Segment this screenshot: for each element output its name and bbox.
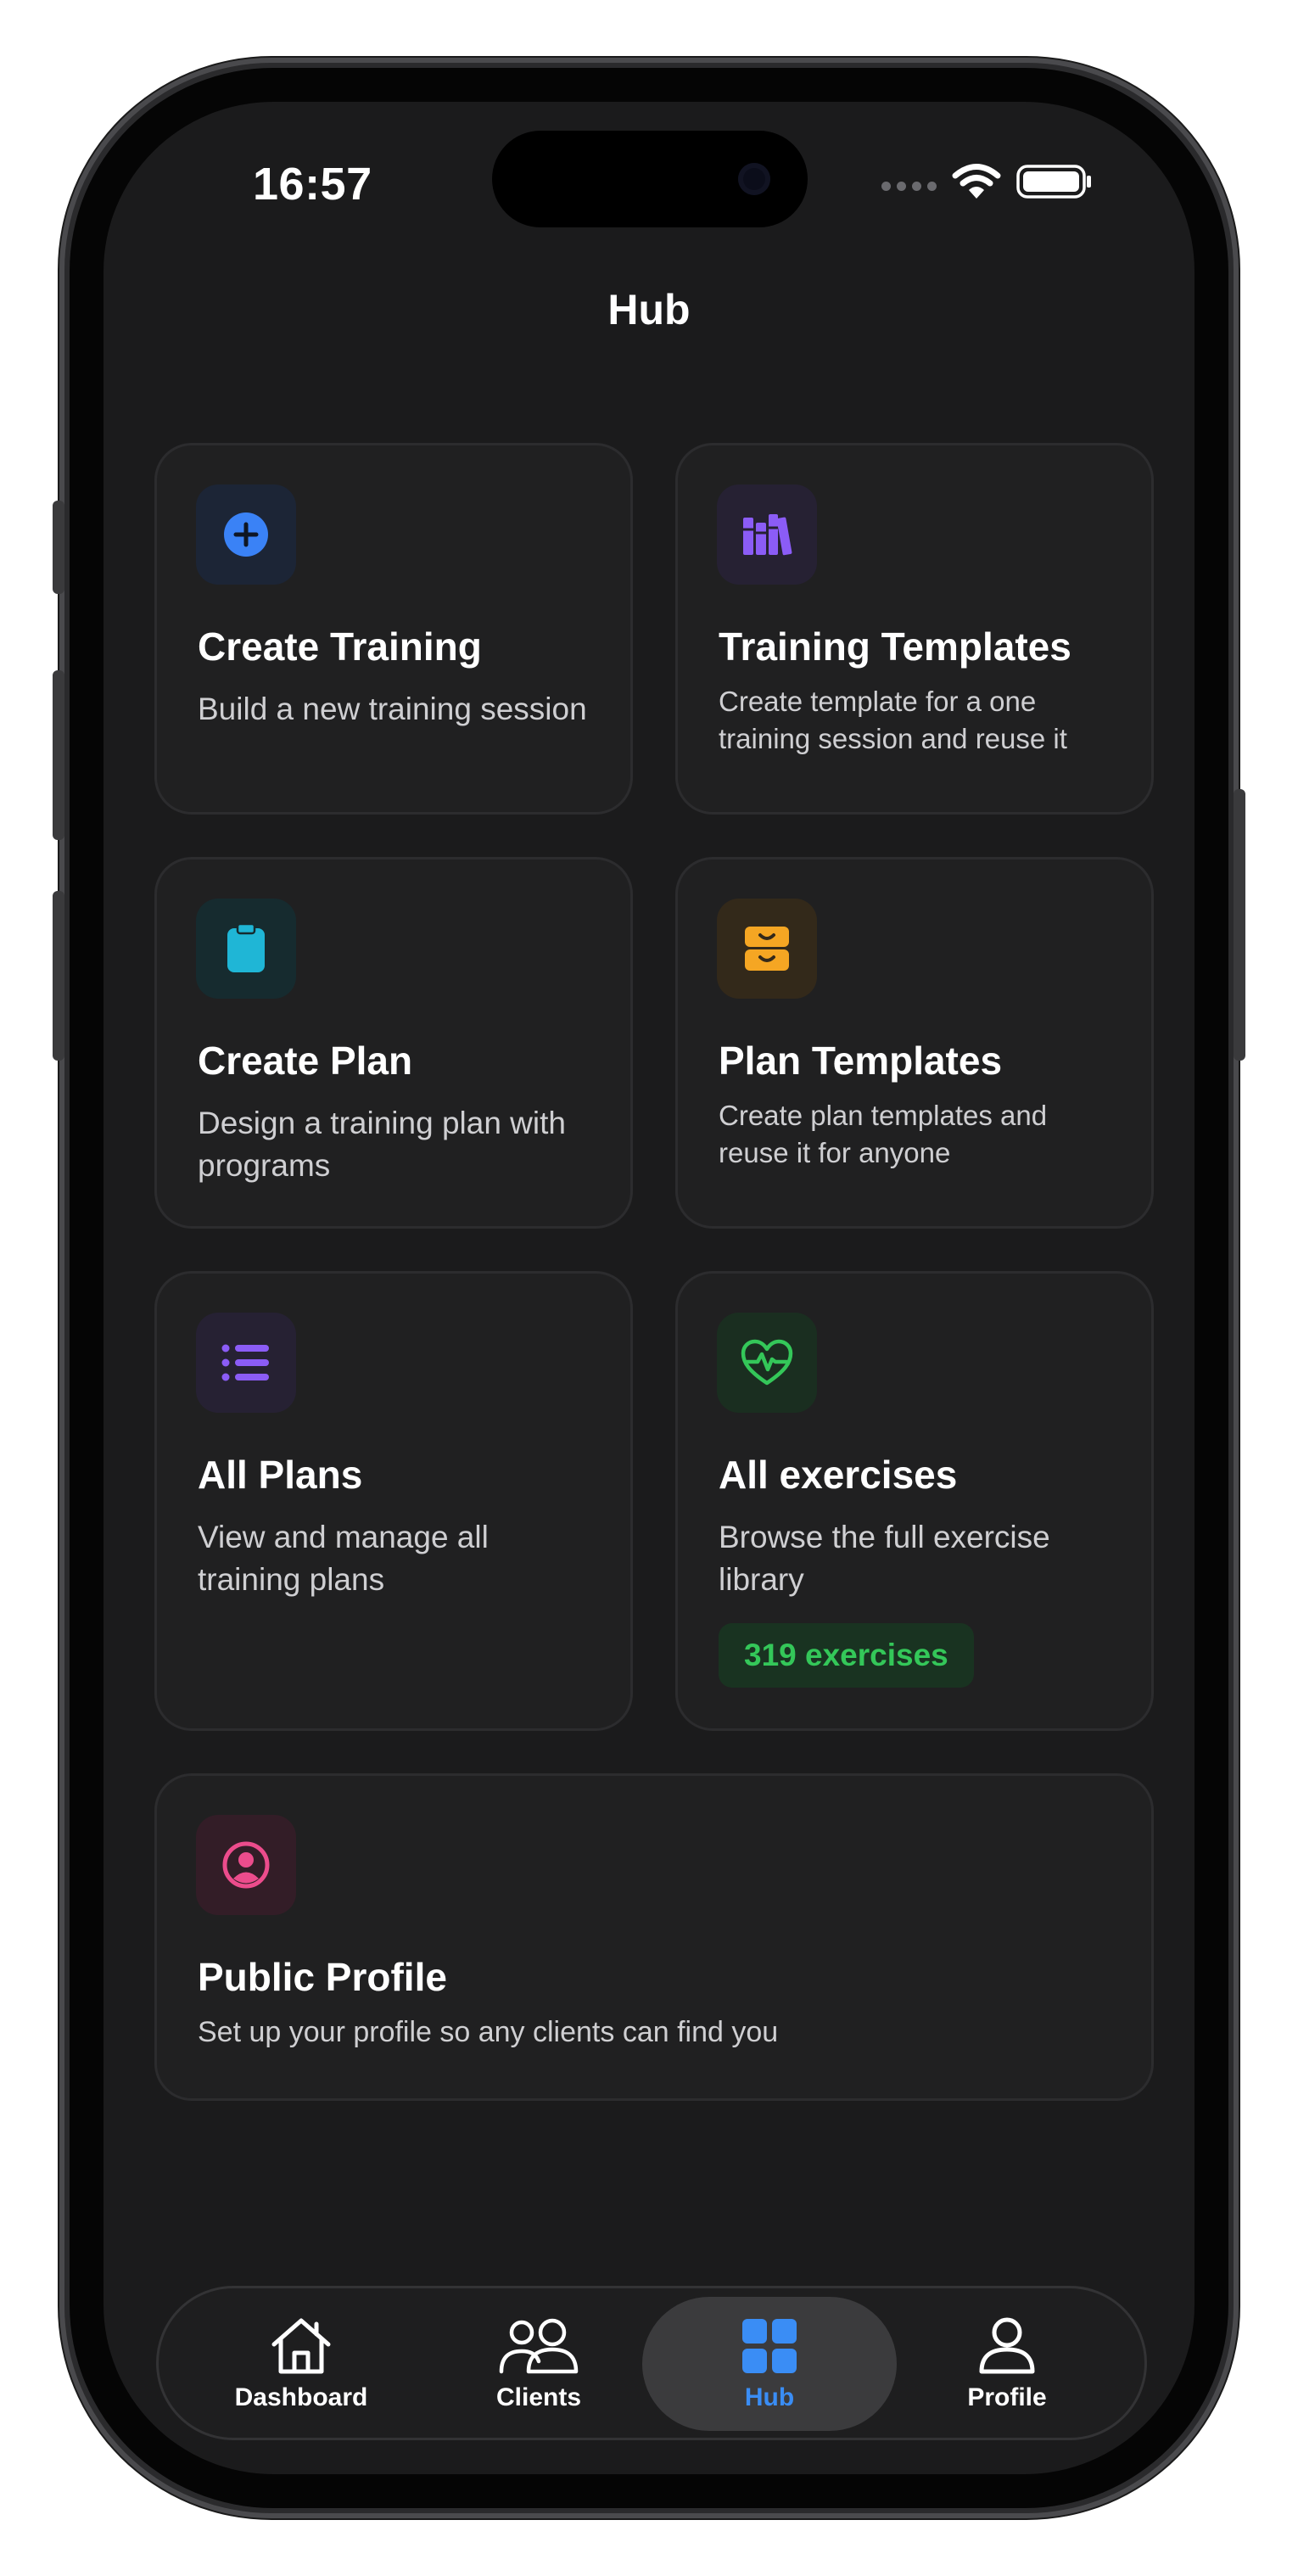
camera-icon xyxy=(738,163,770,195)
tab-clients-label: Clients xyxy=(495,2383,582,2411)
tab-bar: Dashboard Clients Hub Profile xyxy=(156,2286,1147,2440)
public-profile-description: Set up your profile so any clients can f… xyxy=(198,2016,779,2048)
create-training-icon-tile xyxy=(196,484,296,585)
all-plans-icon-tile xyxy=(196,1313,296,1413)
all-exercises-title: All exercises xyxy=(719,1453,958,1497)
tab-dashboard-label: Dashboard xyxy=(234,2383,368,2411)
plan-templates-icon-tile xyxy=(717,899,817,999)
volume-down-button xyxy=(53,891,64,1061)
create-plan-description: Design a training plan with programs xyxy=(198,1106,566,1183)
users-icon xyxy=(499,2318,579,2374)
heart-pulse-icon xyxy=(741,1339,793,1386)
home-icon xyxy=(271,2318,331,2374)
public-profile-icon-tile xyxy=(196,1815,296,1915)
all-exercises-card[interactable]: All exercises Browse the full exercise l… xyxy=(675,1271,1154,1731)
status-time: 16:57 xyxy=(253,159,372,210)
all-exercises-icon-tile xyxy=(717,1313,817,1413)
clipboard-icon xyxy=(227,923,265,972)
tab-clients[interactable]: Clients xyxy=(411,2297,666,2431)
volume-up-button xyxy=(53,670,64,840)
user-icon xyxy=(979,2317,1035,2374)
all-exercises-description: Browse the full exercise library xyxy=(719,1520,1050,1597)
plus-circle-icon xyxy=(224,512,268,557)
power-button xyxy=(1234,789,1245,1061)
dynamic-island xyxy=(492,131,808,227)
battery-icon xyxy=(1016,165,1091,199)
status-icons xyxy=(881,163,1093,200)
plan-templates-description: Create plan templates and reuse it for a… xyxy=(719,1100,1048,1168)
books-icon xyxy=(743,514,792,556)
tab-dashboard[interactable]: Dashboard xyxy=(174,2297,428,2431)
training-templates-title: Training Templates xyxy=(719,624,1071,669)
tab-hub-label: Hub xyxy=(744,2383,795,2411)
inbox-tray-icon xyxy=(745,927,789,971)
list-icon xyxy=(221,1344,269,1381)
plan-templates-card[interactable]: Plan Templates Create plan templates and… xyxy=(675,857,1154,1229)
wifi-icon xyxy=(952,164,1001,199)
create-training-title: Create Training xyxy=(198,624,482,669)
create-plan-icon-tile xyxy=(196,899,296,999)
plan-templates-title: Plan Templates xyxy=(719,1039,1003,1083)
tab-hub[interactable]: Hub xyxy=(642,2297,897,2431)
exercise-count-badge: 319 exercises xyxy=(719,1623,974,1688)
action-button xyxy=(53,501,64,594)
create-training-card[interactable]: Create Training Build a new training ses… xyxy=(154,443,633,815)
create-plan-title: Create Plan xyxy=(198,1039,413,1083)
page-title: Hub xyxy=(607,286,691,333)
training-templates-card[interactable]: Training Templates Create template for a… xyxy=(675,443,1154,815)
create-training-description: Build a new training session xyxy=(198,692,587,726)
create-plan-card[interactable]: Create Plan Design a training plan with … xyxy=(154,857,633,1229)
all-plans-description: View and manage all training plans xyxy=(198,1520,489,1597)
public-profile-card[interactable]: Public Profile Set up your profile so an… xyxy=(154,1773,1154,2101)
public-profile-title: Public Profile xyxy=(198,1955,447,1999)
tab-profile[interactable]: Profile xyxy=(880,2297,1134,2431)
all-plans-card[interactable]: All Plans View and manage all training p… xyxy=(154,1271,633,1731)
screen: 16:57 Hub Create Training Build a new tr… xyxy=(104,102,1194,2474)
training-templates-icon-tile xyxy=(717,484,817,585)
all-plans-title: All Plans xyxy=(198,1453,363,1497)
training-templates-description: Create template for a one training sessi… xyxy=(719,686,1067,754)
cellular-signal-icon xyxy=(881,181,937,191)
user-circle-icon xyxy=(222,1841,270,1889)
grid-icon xyxy=(742,2319,797,2373)
tab-profile-label: Profile xyxy=(967,2383,1047,2411)
